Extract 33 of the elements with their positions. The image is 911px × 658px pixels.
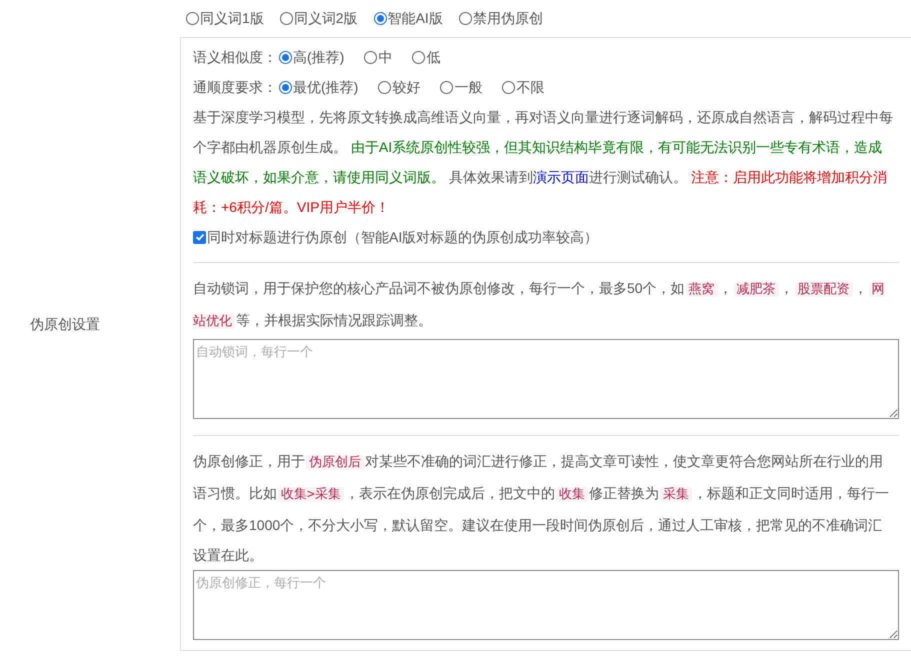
radio-button[interactable] <box>364 50 378 64</box>
option-label[interactable]: 一般 <box>454 76 482 98</box>
correction-field[interactable]: 伪原创修正，每行一个 <box>193 570 899 640</box>
option-label[interactable]: 智能AI版 <box>388 8 443 29</box>
option-label[interactable]: 同义词1版 <box>200 8 264 29</box>
radio-button[interactable] <box>280 12 293 25</box>
checkbox-label[interactable]: 同时对标题进行伪原创（智能AI版对标题的伪原创成功率较高） <box>207 226 598 248</box>
setting-label: 通顺度要求： <box>193 78 277 96</box>
radio-button[interactable] <box>440 80 454 94</box>
option-label[interactable]: 低 <box>426 46 440 68</box>
option-label[interactable]: 禁用伪原创 <box>472 8 543 29</box>
radio-button[interactable] <box>458 12 472 25</box>
description-paragraph: 自动锁词，用于保护您的核心产品词不被伪原创修改，每行一个，最多50个，如 燕窝 ， 减肥茶 ， 股票配资 ， 网站优化 等，并根据实际情况跟踪调整。 <box>193 279 886 331</box>
option-label[interactable]: 中 <box>378 46 392 68</box>
radio-button[interactable] <box>374 12 387 25</box>
setting-label: 语义相似度： <box>193 48 277 66</box>
demo-link[interactable]: 演示页面 <box>532 169 589 185</box>
radio-button[interactable] <box>186 12 199 25</box>
option-label[interactable]: 不限 <box>516 76 544 98</box>
option-label[interactable]: 高(推荐) <box>293 46 344 68</box>
radio-button[interactable] <box>378 80 392 94</box>
lock-words-field[interactable]: 自动锁词，每行一个 <box>193 339 899 419</box>
option-label[interactable]: 较好 <box>392 76 420 98</box>
option-label[interactable]: 同义词2版 <box>294 8 358 29</box>
checkbox[interactable] <box>193 230 206 244</box>
description-paragraph: 基于深度学习模型，先将原文转换成高维语义向量，再对语义向量进行逐词解码，还原成自然语言，解码过程中每个字都由机器原创生成。 由于AI系统原创性较强，但其知识结构毕竟有限，有可能无法识别一些专有术语，造成语义破坏，如果介意，请使用同义词版。 具体效果请到演示页面进行测试确认。 注意：启用此功能将增加积分消耗：+6积分/篇。VIP用户半价！ <box>193 108 894 217</box>
section-label: 伪原创设置 <box>30 316 100 332</box>
option-label[interactable]: 最优(推荐) <box>293 76 358 98</box>
description-paragraph: 伪原创修正，用于 伪原创后 对某些不准确的词汇进行修正，提高文章可读性，使文章更符合您网站所在行业的用语习惯。比如 收集>采集 ，表示在伪原创完成后，把文中的 收集 修正替换为 采集 ，标题和正文同时适用，每行一个，最多1000个，不分大小写，默认留空。建议在使用一段时间伪原创后，通过人工审核，把常见的不准确词汇设置在此。 <box>193 452 890 565</box>
radio-button[interactable] <box>279 50 292 64</box>
radio-button[interactable] <box>279 80 292 94</box>
radio-button[interactable] <box>502 80 516 94</box>
radio-button[interactable] <box>412 50 426 64</box>
